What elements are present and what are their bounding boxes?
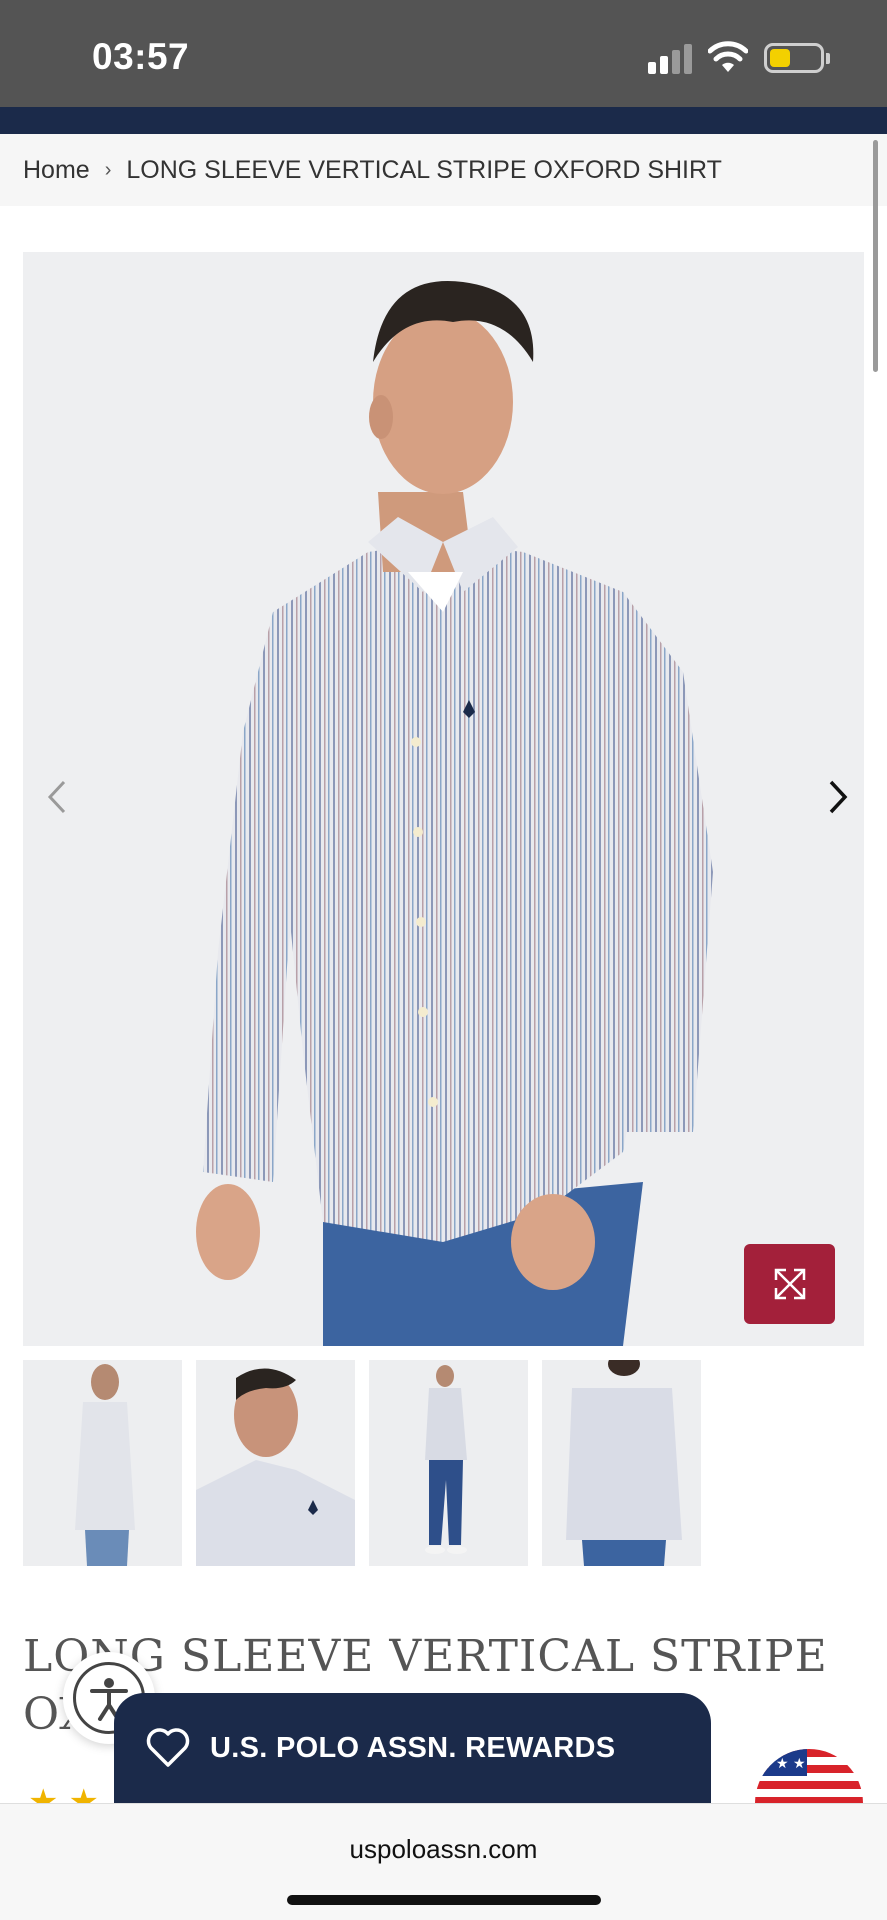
svg-text:★ ★ ★: ★ ★ ★: [759, 1756, 806, 1772]
rewards-banner[interactable]: U.S. POLO ASSN. REWARDS: [114, 1693, 711, 1803]
product-main-image[interactable]: [23, 252, 864, 1346]
status-time: 03:57: [92, 36, 190, 77]
thumbnail-photo: [566, 1360, 682, 1566]
chevron-right-icon: [829, 780, 848, 814]
home-indicator[interactable]: [287, 1895, 601, 1905]
expand-image-button[interactable]: [744, 1244, 835, 1324]
page-scrollbar[interactable]: [873, 140, 878, 372]
status-bar: 03:57: [0, 0, 887, 107]
breadcrumb: Home › LONG SLEEVE VERTICAL STRIPE OXFOR…: [0, 134, 887, 206]
gallery-next-button[interactable]: [818, 772, 858, 822]
site-header-band: [0, 107, 887, 134]
battery-nub: [826, 53, 830, 64]
model-photo: [196, 281, 713, 1346]
url-field[interactable]: uspoloassn.com: [0, 1834, 887, 1865]
thumbnail-photo: [196, 1368, 355, 1566]
expand-icon: [774, 1268, 805, 1300]
svg-text:★ ★: ★ ★: [763, 1738, 793, 1754]
us-flag-icon[interactable]: ★ ★ ★ ★ ★: [755, 1728, 863, 1803]
breadcrumb-current: LONG SLEEVE VERTICAL STRIPE OXFORD SHIRT: [126, 155, 722, 184]
heart-icon: [146, 1728, 190, 1767]
thumbnail-3[interactable]: [369, 1360, 528, 1566]
browser-bottom-bar: uspoloassn.com: [0, 1803, 887, 1920]
thumbnail-1[interactable]: [23, 1360, 182, 1566]
thumbnail-4[interactable]: [542, 1360, 701, 1566]
thumbnail-2[interactable]: [196, 1360, 355, 1566]
gallery-prev-button[interactable]: [37, 772, 77, 822]
thumbnail-photo: [425, 1365, 467, 1554]
breadcrumb-home-link[interactable]: Home: [23, 156, 90, 185]
rewards-label: U.S. POLO ASSN. REWARDS: [210, 1731, 616, 1764]
chevron-left-icon: [47, 780, 66, 814]
breadcrumb-separator: ›: [104, 158, 112, 181]
thumbnail-photo: [75, 1364, 135, 1566]
wifi-icon: [708, 41, 748, 72]
battery-icon: [764, 43, 824, 73]
signal-icon: [648, 44, 694, 74]
